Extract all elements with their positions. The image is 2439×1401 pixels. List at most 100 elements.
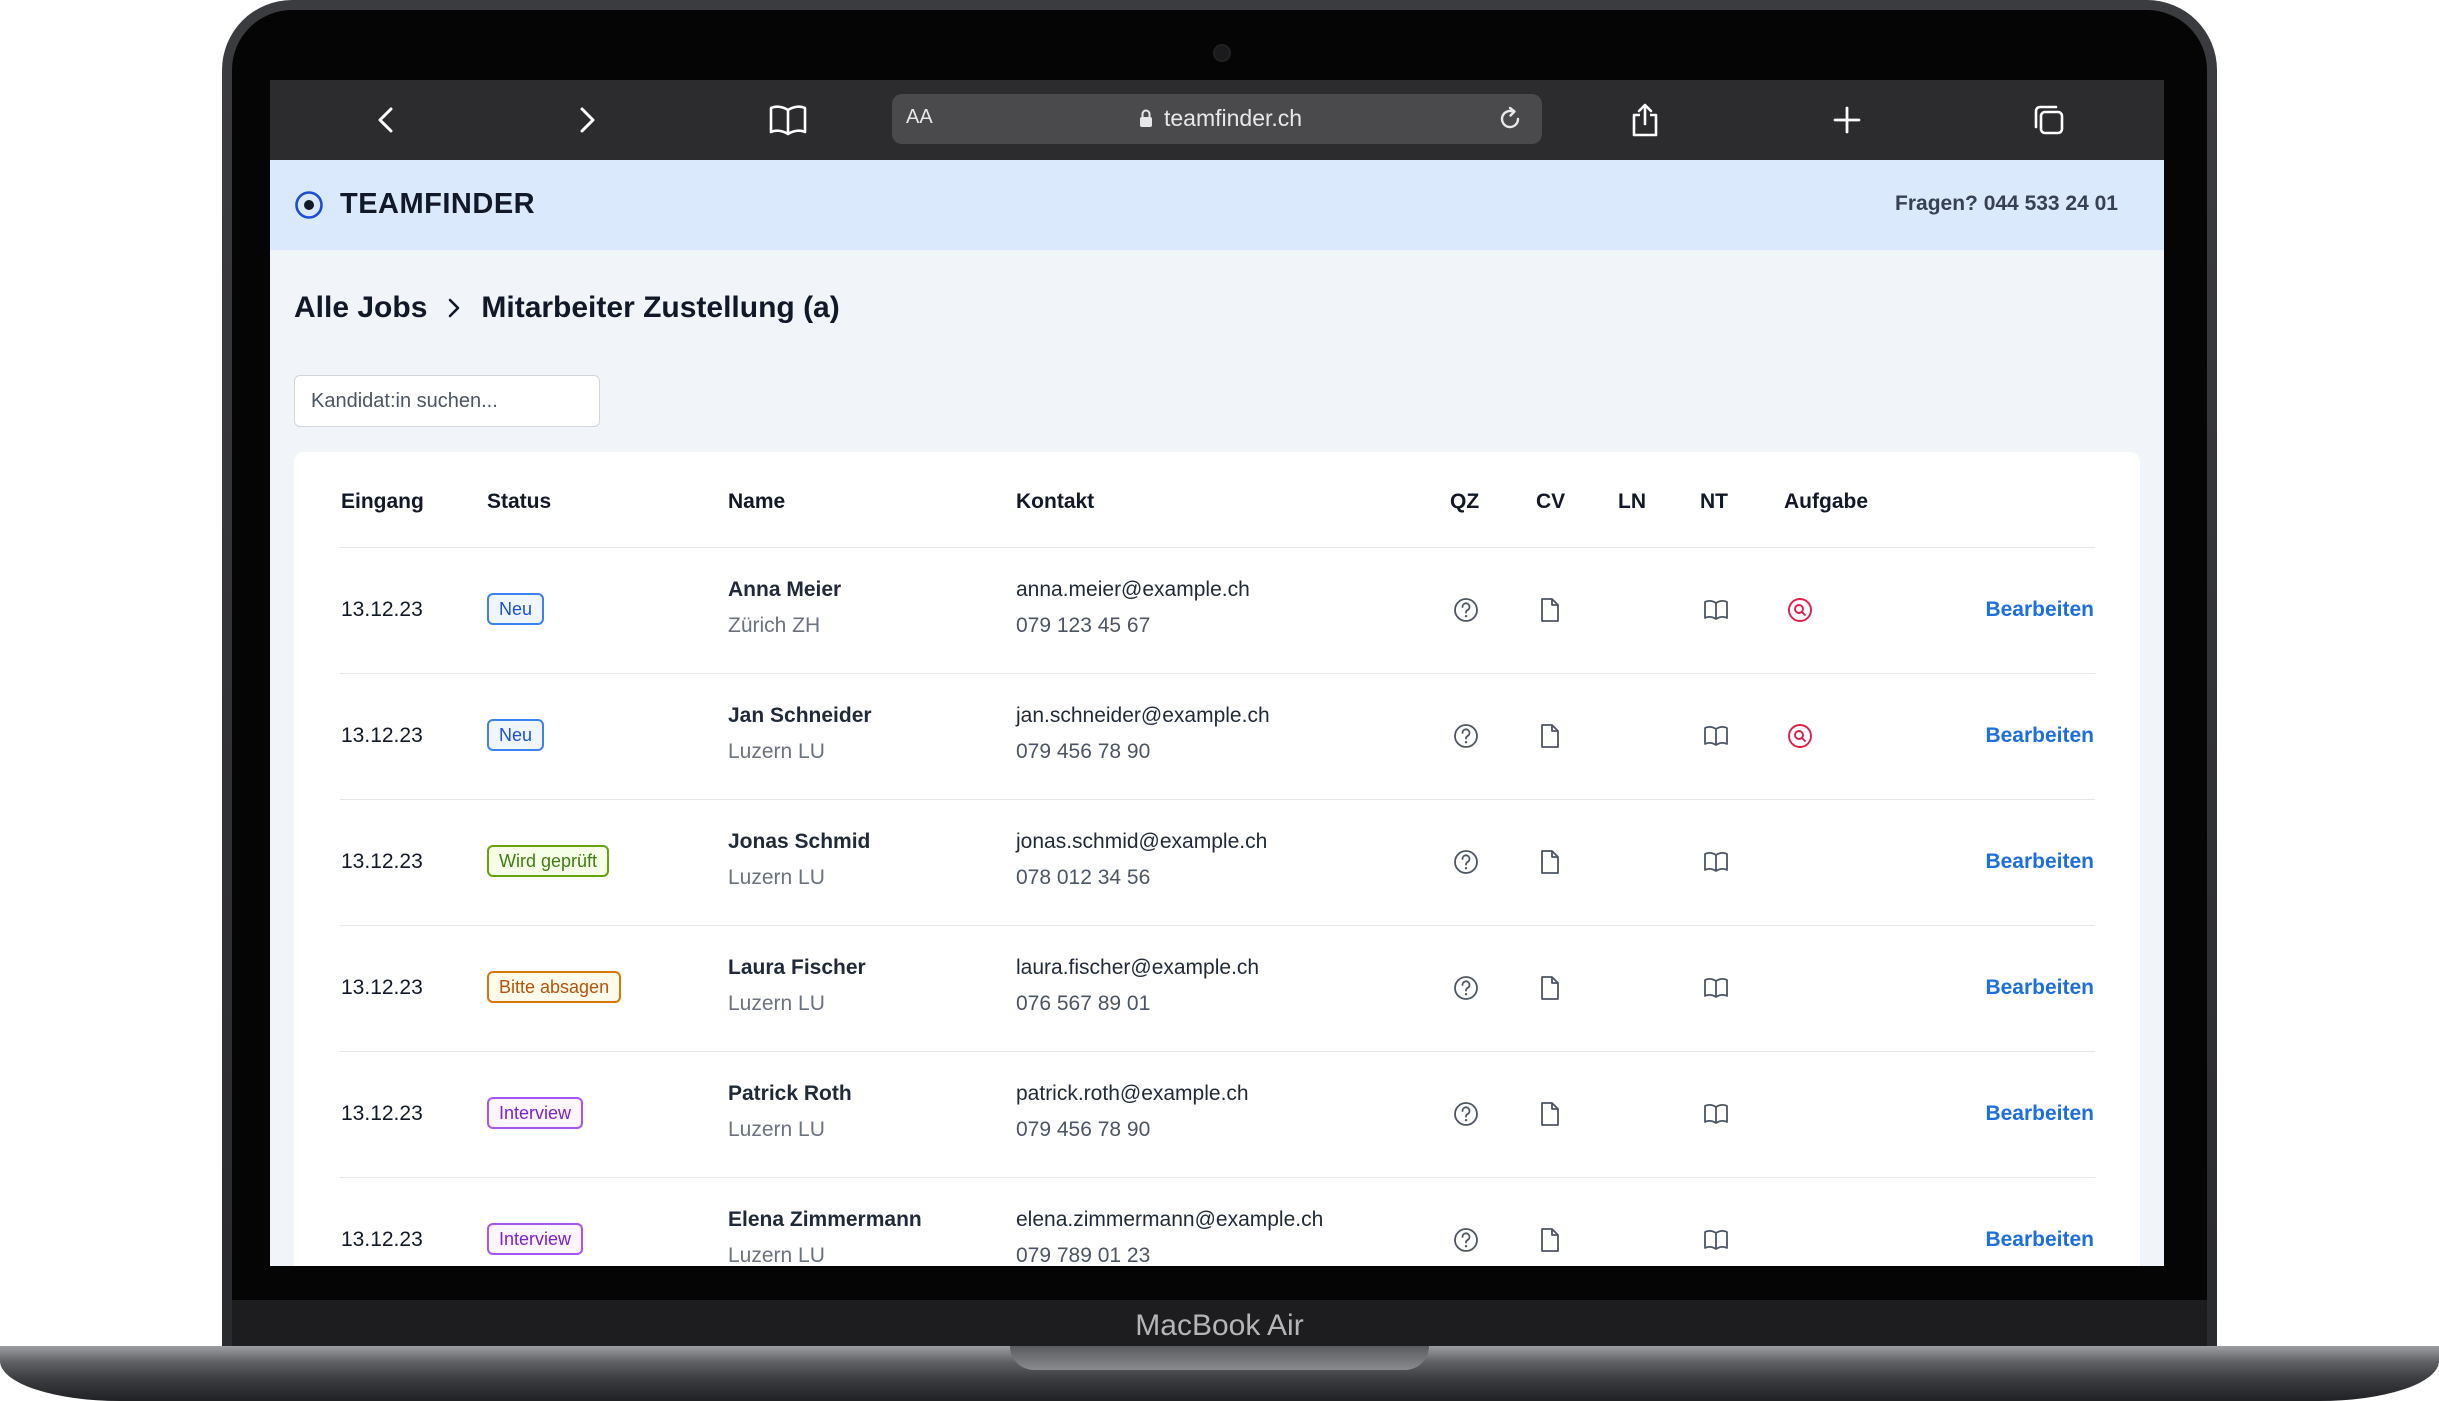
camera [1213,44,1231,62]
entry-date: 13.12.23 [341,976,423,999]
book-icon[interactable] [1702,848,1730,876]
candidate-email: patrick.roth@example.ch [1016,1082,1249,1105]
share-button[interactable] [1623,98,1667,142]
candidate-email: jonas.schmid@example.ch [1016,830,1268,853]
edit-button[interactable]: Bearbeiten [1985,724,2094,748]
question-circle-icon[interactable] [1452,1100,1480,1128]
document-icon[interactable] [1536,974,1564,1002]
candidate-city: Zürich ZH [728,614,821,637]
column-header-status: Status [487,490,552,513]
tabs-icon [2034,105,2064,135]
candidate-email: jan.schneider@example.ch [1016,704,1270,727]
forward-button[interactable] [565,98,609,142]
entry-date: 13.12.23 [341,724,423,747]
candidate-phone: 079 789 01 23 [1016,1244,1151,1266]
table-row: 13.12.23 Neu Anna Meier Zürich ZH anna.meier… [294,548,2140,674]
column-header-ln: LN [1618,490,1646,513]
column-header-aufgabe: Aufgabe [1784,490,1868,513]
browser-toolbar: AA teamfinder.ch [270,80,2164,160]
candidate-city: Luzern LU [728,1244,825,1266]
table-row: 13.12.23 Interview Elena Zimmermann Luzern … [294,1178,2140,1266]
candidate-city: Luzern LU [728,992,825,1015]
search-alert-icon[interactable] [1786,722,1814,750]
candidate-search-input[interactable] [294,375,600,427]
document-icon[interactable] [1536,1226,1564,1254]
status-badge: Bitte absagen [487,971,622,1003]
candidate-name: Jan Schneider [728,704,872,727]
edit-button[interactable]: Bearbeiten [1985,1102,2094,1126]
breadcrumb: Alle Jobs Mitarbeiter Zustellung (a) [294,288,840,328]
document-icon[interactable] [1536,596,1564,624]
column-header-nt: NT [1700,490,1728,513]
table-row: 13.12.23 Interview Patrick Roth Luzern LU pa… [294,1052,2140,1178]
candidate-phone: 078 012 34 56 [1016,866,1151,889]
candidate-city: Luzern LU [728,866,825,889]
column-header-cv: CV [1536,490,1566,513]
table-row: 13.12.23 Neu Jan Schneider Luzern LU jan.sch… [294,674,2140,800]
forward-icon [580,107,595,133]
logo-icon [295,191,323,219]
candidate-phone: 079 123 45 67 [1016,614,1151,637]
status-badge: Interview [487,1223,584,1255]
document-icon[interactable] [1536,848,1564,876]
bookmarks-button[interactable] [766,98,810,142]
bookmarks-icon [769,105,807,136]
back-button[interactable] [364,98,408,142]
candidate-name: Jonas Schmid [728,830,871,853]
new-tab-icon [1833,106,1861,134]
new-tab-button[interactable] [1825,98,1869,142]
question-circle-icon[interactable] [1452,848,1480,876]
chevron-right-icon [449,298,460,318]
app-header: TEAMFINDER Fragen? 044 533 24 01 [270,160,2164,250]
candidate-city: Luzern LU [728,1118,825,1141]
candidate-name: Laura Fischer [728,956,866,979]
book-icon[interactable] [1702,1226,1730,1254]
candidate-name: Patrick Roth [728,1082,852,1105]
book-icon[interactable] [1702,722,1730,750]
column-header-kontakt: Kontakt [1016,490,1095,513]
question-circle-icon[interactable] [1452,596,1480,624]
question-circle-icon[interactable] [1452,1226,1480,1254]
hotline-text: Fragen? 044 533 24 01 [1895,192,2118,215]
entry-date: 13.12.23 [341,1102,423,1125]
document-icon[interactable] [1536,722,1564,750]
candidate-email: elena.zimmermann@example.ch [1016,1208,1324,1231]
candidate-phone: 079 456 78 90 [1016,1118,1151,1141]
column-header-qz: QZ [1450,490,1480,513]
share-icon [1632,103,1658,137]
candidate-email: anna.meier@example.ch [1016,578,1250,601]
address-bar[interactable]: AA teamfinder.ch [892,94,1542,144]
candidate-email: laura.fischer@example.ch [1016,956,1260,979]
edit-button[interactable]: Bearbeiten [1985,598,2094,622]
candidate-phone: 076 567 89 01 [1016,992,1151,1015]
table-row: 13.12.23 Bitte absagen Laura Fischer Luzern… [294,926,2140,1052]
document-icon[interactable] [1536,1100,1564,1128]
laptop-notch [1010,1346,1429,1370]
breadcrumb-current: Mitarbeiter Zustellung (a) [481,291,840,324]
candidates-table: Eingang Status Name Kontakt QZ CV LN NT … [294,452,2140,1266]
breadcrumb-all-jobs[interactable]: Alle Jobs [294,291,427,325]
model-label: MacBook Air [1135,1309,1304,1342]
entry-date: 13.12.23 [341,1228,423,1251]
status-badge: Interview [487,1097,584,1129]
column-header-eingang: Eingang [341,490,424,513]
book-icon[interactable] [1702,974,1730,1002]
tabs-button[interactable] [2027,98,2071,142]
entry-date: 13.12.23 [341,850,423,873]
status-badge: Neu [487,593,545,625]
column-header-name: Name [728,490,786,513]
search-alert-icon[interactable] [1786,596,1814,624]
brand-name[interactable]: TEAMFINDER [340,188,535,221]
edit-button[interactable]: Bearbeiten [1985,850,2094,874]
edit-button[interactable]: Bearbeiten [1985,976,2094,1000]
book-icon[interactable] [1702,1100,1730,1128]
question-circle-icon[interactable] [1452,974,1480,1002]
entry-date: 13.12.23 [341,598,423,621]
reload-icon[interactable] [1496,105,1524,133]
lock-icon [1140,109,1152,127]
edit-button[interactable]: Bearbeiten [1985,1228,2094,1252]
candidate-city: Luzern LU [728,740,825,763]
book-icon[interactable] [1702,596,1730,624]
question-circle-icon[interactable] [1452,722,1480,750]
reader-aa-button[interactable]: AA [906,106,933,129]
